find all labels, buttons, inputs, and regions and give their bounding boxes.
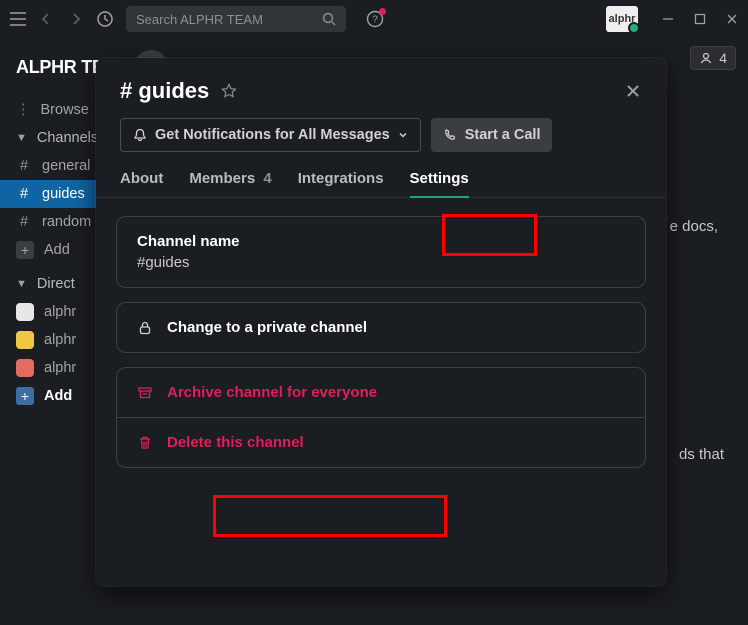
avatar [16, 359, 34, 377]
modal-title: # guides [120, 78, 209, 104]
history-icon[interactable] [96, 10, 114, 28]
tab-integrations[interactable]: Integrations [298, 170, 384, 197]
avatar [16, 331, 34, 349]
highlight-settings [442, 214, 537, 256]
hash-icon: # [16, 186, 32, 202]
workspace-logo[interactable]: alphr [606, 6, 638, 32]
lock-icon [137, 320, 153, 336]
channel-name-value: #guides [137, 254, 625, 271]
change-private-label: Change to a private channel [167, 319, 367, 336]
panel-privacy[interactable]: Change to a private channel [116, 302, 646, 353]
bg-text-fragment: e docs, [670, 218, 718, 235]
hamburger-icon[interactable] [10, 12, 26, 26]
archive-label: Archive channel for everyone [167, 384, 377, 401]
search-icon [322, 12, 336, 26]
tab-about[interactable]: About [120, 170, 163, 197]
search-input[interactable]: Search ALPHR TEAM [126, 6, 346, 32]
nav-back-icon[interactable] [38, 11, 54, 27]
delete-channel-button[interactable]: Delete this channel [117, 417, 645, 467]
notification-dot [379, 8, 386, 15]
caret-down-icon: ▼ [16, 132, 27, 144]
window-close-icon[interactable] [726, 13, 738, 25]
person-icon [699, 51, 713, 65]
plus-icon: + [16, 241, 34, 259]
plus-icon: + [16, 387, 34, 405]
member-count-button[interactable]: 4 [690, 46, 736, 70]
notifications-button[interactable]: Get Notifications for All Messages [120, 118, 421, 152]
grip-icon: ⋮ [16, 102, 31, 118]
channel-name-label: Channel name [137, 233, 625, 250]
workspace-name[interactable]: ALPHR TE [16, 57, 104, 78]
caret-down-icon: ▼ [16, 278, 27, 290]
nav-forward-icon[interactable] [68, 11, 84, 27]
help-button[interactable]: ? [366, 10, 384, 28]
panel-channel-name[interactable]: Channel name #guides [116, 216, 646, 288]
trash-icon [137, 435, 153, 451]
star-icon[interactable] [221, 83, 237, 99]
close-icon[interactable] [624, 82, 642, 100]
svg-text:?: ? [372, 15, 378, 26]
start-call-button[interactable]: Start a Call [431, 118, 553, 152]
window-maximize-icon[interactable] [694, 13, 706, 25]
archive-icon [137, 385, 153, 401]
bell-icon [133, 128, 147, 142]
archive-channel-button[interactable]: Archive channel for everyone [117, 368, 645, 417]
chevron-down-icon [398, 130, 408, 140]
tab-settings[interactable]: Settings [410, 170, 469, 197]
bg-text-fragment: ds that [679, 446, 724, 463]
delete-label: Delete this channel [167, 434, 304, 451]
hash-icon: # [16, 214, 32, 230]
avatar [16, 303, 34, 321]
tab-members[interactable]: Members 4 [189, 170, 271, 197]
phone-icon [443, 128, 457, 142]
hash-icon: # [16, 158, 32, 174]
search-placeholder: Search ALPHR TEAM [136, 12, 263, 27]
window-minimize-icon[interactable] [662, 13, 674, 25]
highlight-delete [213, 495, 447, 537]
